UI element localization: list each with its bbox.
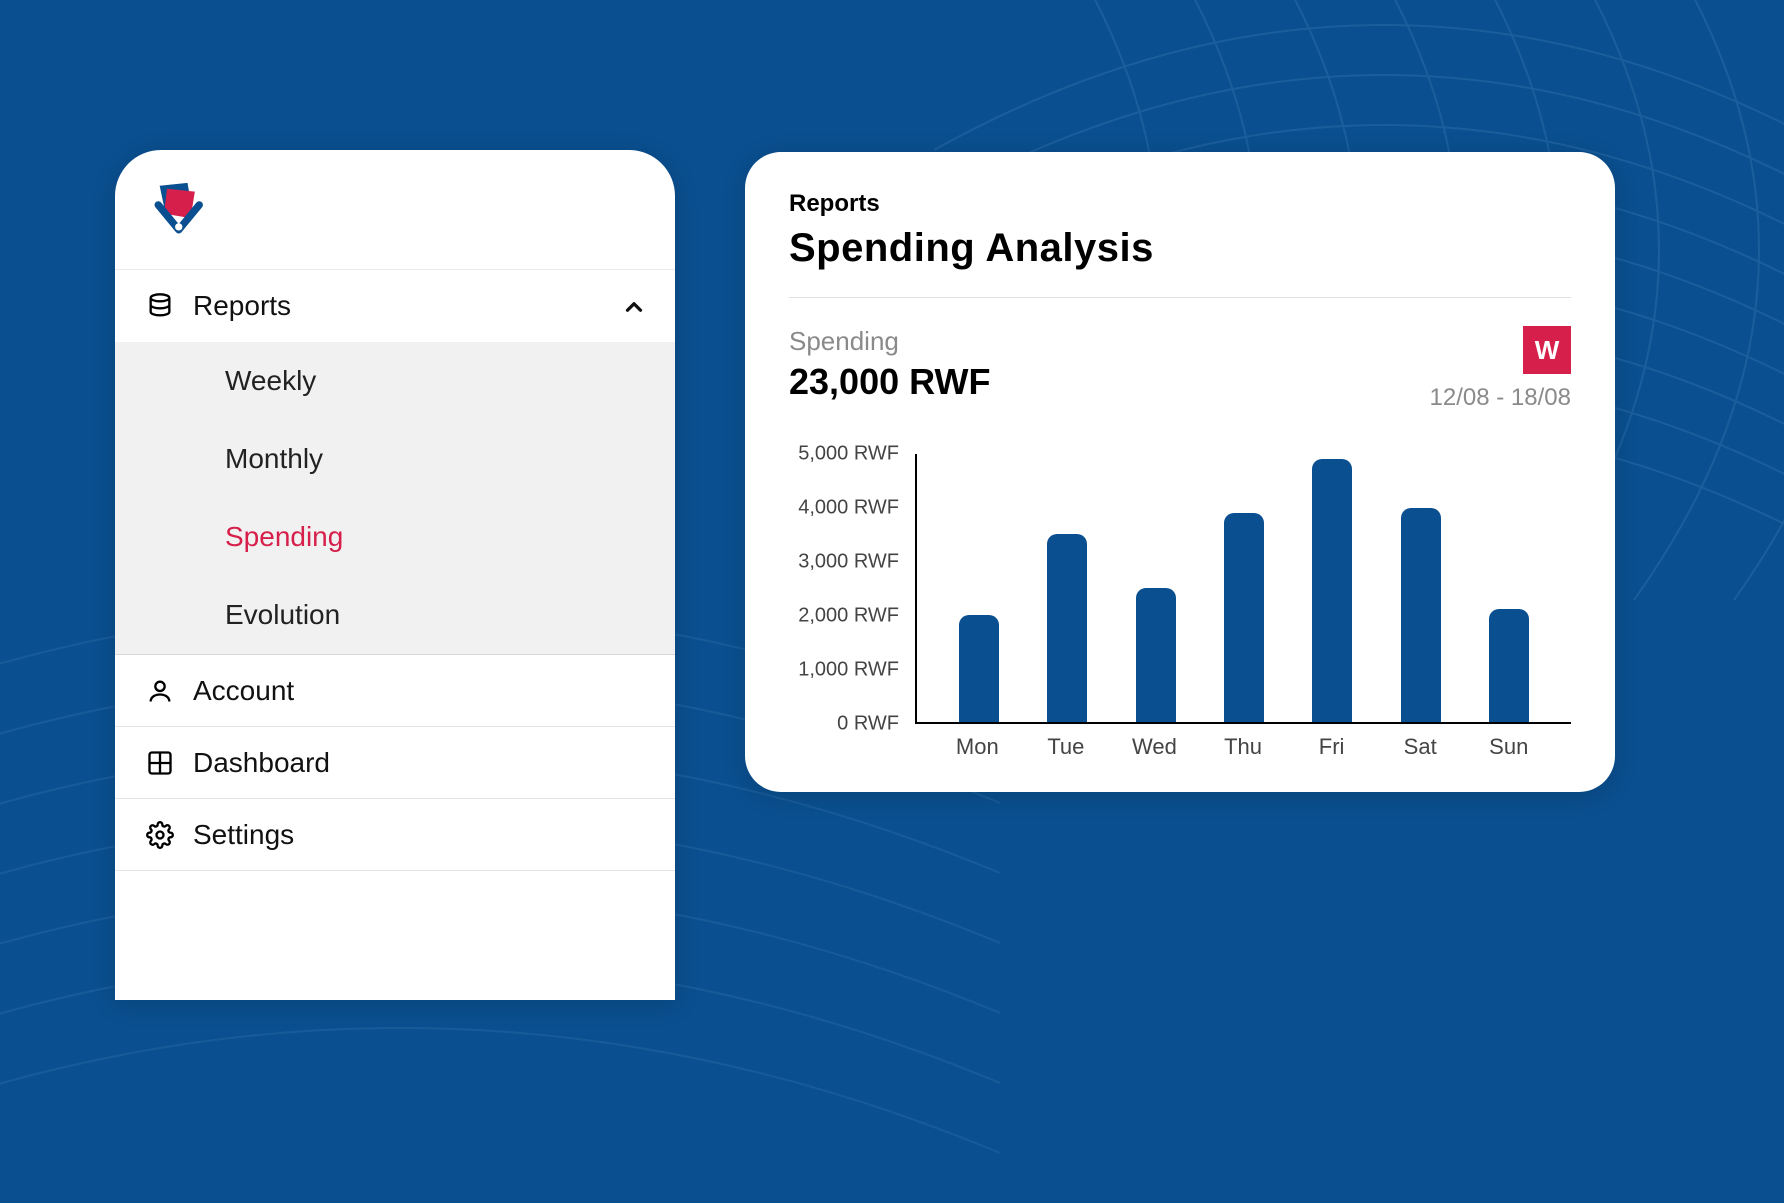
chart-bar-slot (935, 454, 1023, 722)
summary-row: Spending 23,000 RWF W 12/08 - 18/08 (789, 298, 1571, 420)
chart-bar (1401, 508, 1441, 722)
chart-bar-slot (1023, 454, 1111, 722)
spending-label: Spending (789, 326, 1430, 357)
nav-item-dashboard[interactable]: Dashboard (115, 727, 675, 799)
nav-item-label: Account (193, 675, 645, 707)
sub-item-evolution[interactable]: Evolution (115, 576, 675, 654)
chart-bar-slot (1465, 454, 1553, 722)
chevron-up-icon (621, 294, 645, 318)
gear-icon (145, 820, 175, 850)
page-title: Spending Analysis (789, 226, 1571, 298)
sub-item-label: Weekly (225, 365, 316, 397)
app-logo-icon (145, 177, 211, 243)
chart-bar (1312, 459, 1352, 722)
spending-chart: 0 RWF1,000 RWF2,000 RWF3,000 RWF4,000 RW… (789, 454, 1571, 760)
chart-x-tick: Wed (1110, 734, 1199, 760)
chart-bar (959, 615, 999, 722)
sidebar-header (115, 150, 675, 270)
period-badge[interactable]: W (1523, 326, 1571, 374)
chart-bar-slot (1112, 454, 1200, 722)
nav-item-reports[interactable]: Reports (115, 270, 675, 342)
user-icon (145, 676, 175, 706)
chart-x-tick: Fri (1287, 734, 1376, 760)
reports-sublist: Weekly Monthly Spending Evolution (115, 342, 675, 655)
chart-bar (1047, 534, 1087, 722)
nav-item-account[interactable]: Account (115, 655, 675, 727)
nav-item-label: Dashboard (193, 747, 645, 779)
chart-x-tick: Tue (1022, 734, 1111, 760)
chart-x-tick: Sat (1376, 734, 1465, 760)
summary-right: W 12/08 - 18/08 (1430, 326, 1571, 412)
chart-bar (1136, 588, 1176, 722)
chart-bar-slot (1200, 454, 1288, 722)
breadcrumb: Reports (789, 190, 1571, 218)
database-icon (145, 291, 175, 321)
chart-plot-area (915, 454, 1571, 724)
sub-item-spending[interactable]: Spending (115, 498, 675, 576)
chart-y-axis: 0 RWF1,000 RWF2,000 RWF3,000 RWF4,000 RW… (789, 454, 915, 724)
spending-value: 23,000 RWF (789, 361, 1430, 403)
sub-item-weekly[interactable]: Weekly (115, 342, 675, 420)
chart-bar (1224, 513, 1264, 722)
chart-bar-slot (1376, 454, 1464, 722)
nav-item-label: Settings (193, 819, 645, 851)
chart-x-tick: Sun (1464, 734, 1553, 760)
sub-item-label: Spending (225, 521, 343, 553)
grid-icon (145, 748, 175, 778)
sub-item-label: Evolution (225, 599, 340, 631)
summary-left: Spending 23,000 RWF (789, 326, 1430, 403)
nav-item-settings[interactable]: Settings (115, 799, 675, 871)
nav-item-label: Reports (193, 290, 621, 322)
chart-x-tick: Thu (1199, 734, 1288, 760)
main-card: Reports Spending Analysis Spending 23,00… (745, 152, 1615, 792)
sub-item-label: Monthly (225, 443, 323, 475)
chart-bar (1489, 609, 1529, 722)
chart-bar-slot (1288, 454, 1376, 722)
date-range: 12/08 - 18/08 (1430, 384, 1571, 412)
sidebar: Reports Weekly Monthly Spending Evolutio… (115, 150, 675, 1000)
chart-x-tick: Mon (933, 734, 1022, 760)
sub-item-monthly[interactable]: Monthly (115, 420, 675, 498)
chart-x-axis: MonTueWedThuFriSatSun (915, 724, 1571, 760)
